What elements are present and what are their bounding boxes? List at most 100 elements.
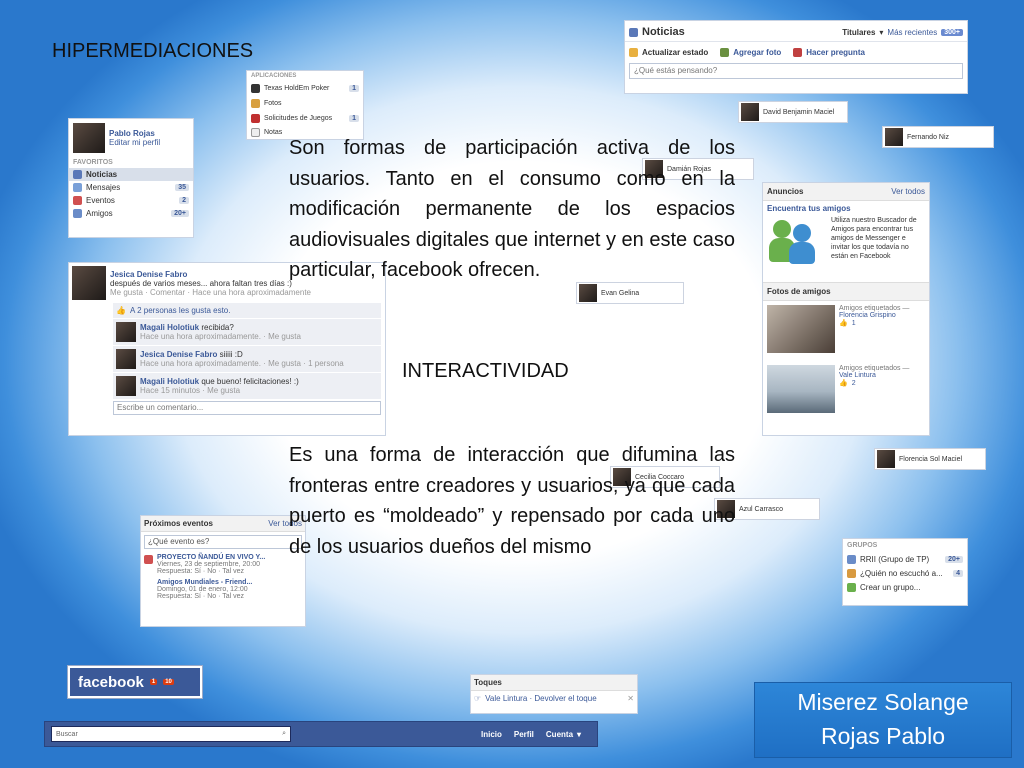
favoritos-card: Pablo Rojas Editar mi perfil FAVORITOS N… [68, 118, 194, 238]
post-text: después de varios meses... ahora faltan … [110, 278, 292, 288]
friends-icon [73, 209, 82, 218]
message-icon [73, 183, 82, 192]
friend-photo-item: Amigos etiquetados — Florencia Grispino 👍 1 [763, 301, 929, 361]
slide-title: HIPERMEDIACIONES [52, 40, 254, 62]
search-icon[interactable]: ⌕ [282, 730, 286, 738]
paragraph-hipermediaciones: Son formas de participación activa de lo… [289, 137, 735, 281]
comment-avatar[interactable] [116, 376, 136, 396]
search-input[interactable]: Buscar ⌕ [51, 726, 291, 742]
subheading-interactividad: INTERACTIVIDAD [402, 360, 569, 382]
thumbs-up-icon: 👍 [839, 380, 848, 387]
post-card: Jesica Denise Fabro después de varios me… [68, 262, 386, 436]
friend-chip[interactable]: Florencia Sol Maciel [874, 448, 986, 470]
noticias-card: Noticias Titulares ▾ Más recientes 300+ … [624, 20, 968, 94]
question-icon [793, 48, 803, 57]
calendar-icon [73, 196, 82, 205]
friend-requests-badge[interactable]: 1 [149, 679, 158, 685]
photos-icon [251, 99, 260, 108]
anuncio-text: Utiliza nuestro Buscador de Amigos para … [831, 217, 917, 260]
toque-text[interactable]: Vale Lintura · Devolver el toque [485, 694, 596, 703]
news-icon [629, 27, 638, 37]
evento-input[interactable]: ¿Qué evento es? [144, 535, 302, 549]
filter-recientes[interactable]: Más recientes [887, 28, 937, 37]
news-icon [73, 170, 82, 179]
fav-item-eventos[interactable]: Eventos 2 [69, 194, 193, 207]
edit-profile-link[interactable]: Editar mi perfil [109, 138, 160, 147]
app-item-fotos[interactable]: Fotos [251, 96, 359, 111]
poker-icon [251, 84, 260, 93]
plus-icon [847, 582, 856, 592]
anuncios-heading: Anuncios [767, 187, 804, 196]
favoritos-heading: FAVORITOS [73, 159, 113, 166]
eventos-card: Próximos eventos Ver todos ¿Qué evento e… [140, 515, 306, 627]
friend-avatar [579, 284, 597, 302]
author-name: Miserez Solange [797, 689, 969, 715]
comment-avatar[interactable] [116, 349, 136, 369]
friend-photo[interactable] [767, 305, 835, 353]
comment: Magali Holotiuk recibida? Hace una hora a… [113, 319, 381, 345]
chevron-down-icon: ▾ [577, 729, 582, 739]
anuncios-card: Anuncios Ver todos Encuentra tus amigos … [762, 182, 930, 436]
close-icon[interactable]: ✕ [627, 694, 634, 703]
facebook-logo: facebook 1 10 [67, 665, 203, 699]
anuncios-see-all[interactable]: Ver todos [891, 187, 925, 196]
notes-icon [251, 128, 260, 137]
profile-avatar[interactable] [73, 123, 105, 153]
facebook-navbar: Buscar ⌕ Inicio Perfil Cuenta ▾ [44, 721, 598, 747]
nav-inicio[interactable]: Inicio [481, 730, 502, 739]
friend-photo-item: Amigos etiquetados — Vale Lintura 👍 2 [763, 361, 929, 417]
author-name: Rojas Pablo [820, 723, 946, 749]
friend-chip[interactable]: Fernando Niz [882, 126, 994, 148]
pencil-icon [629, 48, 638, 57]
comment-avatar[interactable] [116, 322, 136, 342]
games-icon [251, 114, 260, 123]
event-item: PROYECTO ÑANDÚ EN VIVO Y... Viernes, 23 d… [141, 552, 305, 577]
add-photo-button[interactable]: Agregar foto [720, 48, 781, 57]
ask-question-button[interactable]: Hacer pregunta [793, 48, 865, 57]
event-item: Amigos Mundiales - Friend... Domingo, 01 … [157, 579, 253, 600]
create-group-link[interactable]: Crear un grupo... [847, 580, 963, 594]
paragraph-interactividad: Es una forma de interacción que difumina… [289, 444, 735, 558]
profile-name[interactable]: Pablo Rojas [109, 129, 160, 138]
noticias-title: Noticias [642, 26, 685, 38]
grupos-heading: GRUPOS [847, 542, 878, 549]
slide: Pablo Rojas Editar mi perfil FAVORITOS N… [0, 0, 1024, 768]
friend-photo[interactable] [767, 365, 835, 413]
app-item-juegos[interactable]: Solicitudes de Juegos 1 [251, 111, 359, 126]
fotos-amigos-heading: Fotos de amigos [763, 282, 929, 301]
filter-titulares[interactable]: Titulares [842, 28, 875, 37]
status-input[interactable]: ¿Qué estás pensando? [629, 63, 963, 79]
group-item[interactable]: RRII (Grupo de TP) 20+ [847, 552, 963, 566]
friend-chip[interactable]: David Benjamin Maciel [738, 101, 848, 123]
post-author-avatar[interactable] [72, 266, 106, 300]
messenger-buddy-icon [767, 216, 827, 266]
app-item-poker[interactable]: Texas HoldEm Poker 1 [251, 81, 359, 96]
aplicaciones-heading: APLICACIONES [251, 73, 297, 79]
group-icon [847, 568, 856, 578]
nav-perfil[interactable]: Perfil [514, 730, 534, 739]
anuncio-title[interactable]: Encuentra tus amigos [763, 201, 929, 216]
fav-item-noticias[interactable]: Noticias [69, 168, 193, 181]
thumbs-up-icon: 👍 [839, 320, 848, 327]
nav-cuenta[interactable]: Cuenta ▾ [546, 730, 581, 739]
chevron-down-icon: ▾ [879, 27, 884, 37]
calendar-icon [144, 555, 153, 564]
notifications-badge[interactable]: 10 [163, 679, 174, 685]
post-likes[interactable]: 👍 A 2 personas les gusta esto. [113, 303, 381, 318]
fav-item-amigos[interactable]: Amigos 20+ [69, 207, 193, 220]
comment-input[interactable]: Escribe un comentario... [113, 401, 381, 415]
authors-box: Miserez Solange Rojas Pablo [754, 682, 1012, 758]
group-item[interactable]: ¿Quién no escuchó a... 4 [847, 566, 963, 580]
toques-card: Toques ☞ Vale Lintura · Devolver el toque… [470, 674, 638, 714]
friend-avatar [885, 128, 903, 146]
comment: Jesica Denise Fabro siiiii :D Hace una ho… [113, 346, 381, 372]
fav-item-mensajes[interactable]: Mensajes 35 [69, 181, 193, 194]
group-icon [847, 554, 856, 564]
eventos-heading: Próximos eventos [144, 519, 213, 528]
update-status-button[interactable]: Actualizar estado [629, 48, 708, 57]
post-meta[interactable]: Me gusta · Comentar · Hace una hora apro… [110, 288, 311, 297]
friend-avatar [741, 103, 759, 121]
post-author[interactable]: Jesica Denise Fabro [110, 270, 311, 279]
friend-avatar [877, 450, 895, 468]
grupos-card: GRUPOS RRII (Grupo de TP) 20+ ¿Quién no … [842, 538, 968, 606]
